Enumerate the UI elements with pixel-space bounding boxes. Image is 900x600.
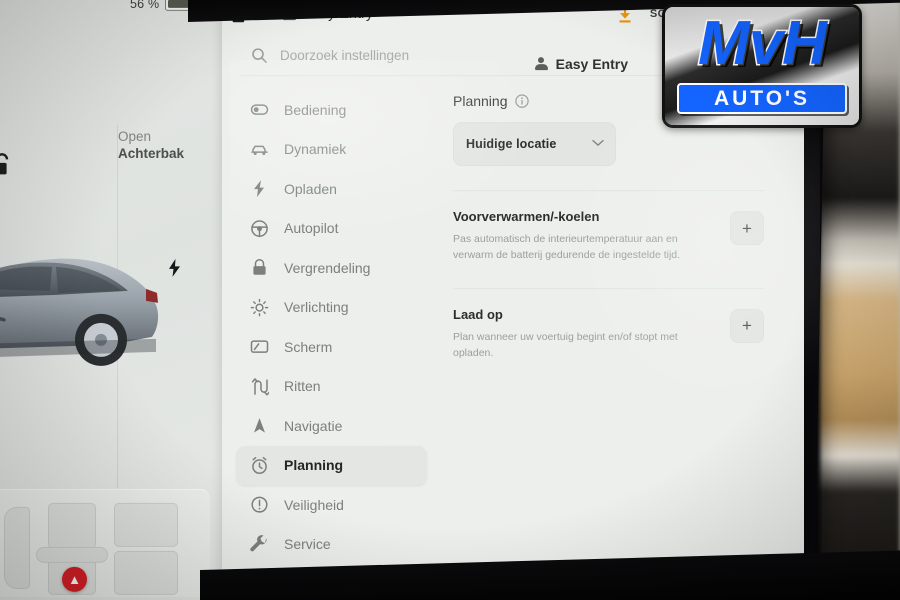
sidebar-item-service[interactable]: Service [236,525,427,565]
sidebar-item-bediening[interactable]: Bediening [236,90,427,130]
location-dropdown-value: Huidige locatie [466,137,557,152]
chevron-down-icon [592,139,604,146]
setting-row-text: Laad op Plan wanneer uw voertuig begint e… [453,307,730,362]
settings-content: Planning Huidige locatie Voorverwarmen/-… [427,90,804,588]
tesla-model-3-illustration [0,258,159,366]
car-icon [250,140,269,159]
sidebar-item-label: Scherm [284,338,333,355]
trunk-target-text: Achterbak [118,145,185,161]
lock-icon [250,258,269,277]
road-trips-icon [250,377,269,396]
battery-percent-label: 56 % [130,0,160,11]
logo-subtitle-text: AUTO'S [713,86,811,110]
sidebar-item-scherm[interactable]: Scherm [236,327,427,367]
person-icon [534,56,548,72]
seat-front-left [48,502,96,549]
search-input[interactable]: Doorzoek instellingen [280,48,409,63]
sidebar-item-label: Verlichting [284,299,349,316]
sidebar-item-planning[interactable]: Planning [236,445,427,486]
setting-row-description: Pas automatisch de interieurtemperatuur … [453,233,681,262]
setting-row[interactable]: Laad op Plan wanneer uw voertuig begint e… [453,289,764,362]
sidebar-item-label: Veiligheid [284,496,344,513]
sidebar-item-autopilot[interactable]: Autopilot [236,209,427,249]
setting-row[interactable]: Voorverwarmen/-koelen Pas automatisch de … [453,191,764,264]
profile-chip-label: Easy Entry [555,56,628,73]
setting-row-description: Plan wanneer uw voertuig begint en/of st… [453,330,678,359]
dealer-watermark-logo: MvH AUTO'S [662,4,862,128]
sidebar-item-label: Planning [284,457,344,474]
logo-brand-text: MvH [697,9,829,78]
exclamation-circle-icon [250,495,269,514]
info-circle-icon[interactable] [514,94,529,108]
seat-rear-right [114,550,178,595]
sidebar-item-label: Autopilot [284,220,339,237]
lightning-bolt-icon [250,179,269,198]
open-trunk-label[interactable]: Open Achterbak [118,129,184,163]
setting-row-text: Voorverwarmen/-koelen Pas automatisch de … [453,209,730,264]
profile-chip[interactable]: Easy Entry [534,56,628,73]
sidebar-item-label: Ritten [284,378,321,395]
location-dropdown[interactable]: Huidige locatie [453,122,616,167]
settings-rows: Voorverwarmen/-koelen Pas automatisch de … [453,190,764,361]
lightning-bolt-icon [169,258,180,277]
seat-front-right [114,502,178,547]
alarm-clock-icon [250,456,269,475]
sidebar-item-verlichting[interactable]: Verlichting [236,288,427,328]
trunk-action-text: Open [118,128,152,144]
seat-console [36,546,108,563]
search-icon [252,47,267,63]
unlock-padlock-icon[interactable] [0,153,12,177]
sidebar-item-label: Dynamiek [284,141,347,158]
car-status-screen: 56 % Open Achterbak ▲ [0,0,230,600]
display-icon [250,337,269,356]
wrench-icon [250,534,269,554]
sun-brightness-icon [250,298,269,317]
sidebar-item-vergrendeling[interactable]: Vergrendeling [236,248,427,288]
setting-row-title: Voorverwarmen/-koelen [453,209,600,225]
sidebar-item-label: Service [284,536,331,553]
sidebar-item-opladen[interactable]: Opladen [236,169,427,209]
navigation-arrow-icon [250,416,269,435]
sidebar-item-label: Bediening [284,101,347,118]
seat-layout-diagram [0,488,210,597]
steering-wheel-icon [250,219,269,238]
sidebar-item-veiligheid[interactable]: Veiligheid [236,485,427,525]
sidebar-item-dynamiek[interactable]: Dynamiek [236,130,427,170]
sidebar-item-navigatie[interactable]: Navigatie [236,406,427,446]
sidebar-item-label: Vergrendeling [284,259,371,276]
seat-door-panel [4,506,30,589]
child-seat-warning-badge[interactable]: ▲ [62,566,87,592]
sidebar-item-ritten[interactable]: Ritten [236,367,427,407]
toggle-switch-icon [250,100,269,119]
settings-sidebar: Bediening Dynamiek Opladen Autopilot Vergren… [222,90,427,594]
setting-row-title: Laad op [453,306,503,322]
page-title: Planning [453,93,508,110]
sidebar-item-label: Navigatie [284,417,343,434]
logo-subtitle-bar: AUTO'S [677,83,847,114]
sidebar-item-label: Opladen [284,180,337,197]
add-schedule-button[interactable]: + [730,308,764,343]
add-schedule-button[interactable]: + [730,211,764,246]
